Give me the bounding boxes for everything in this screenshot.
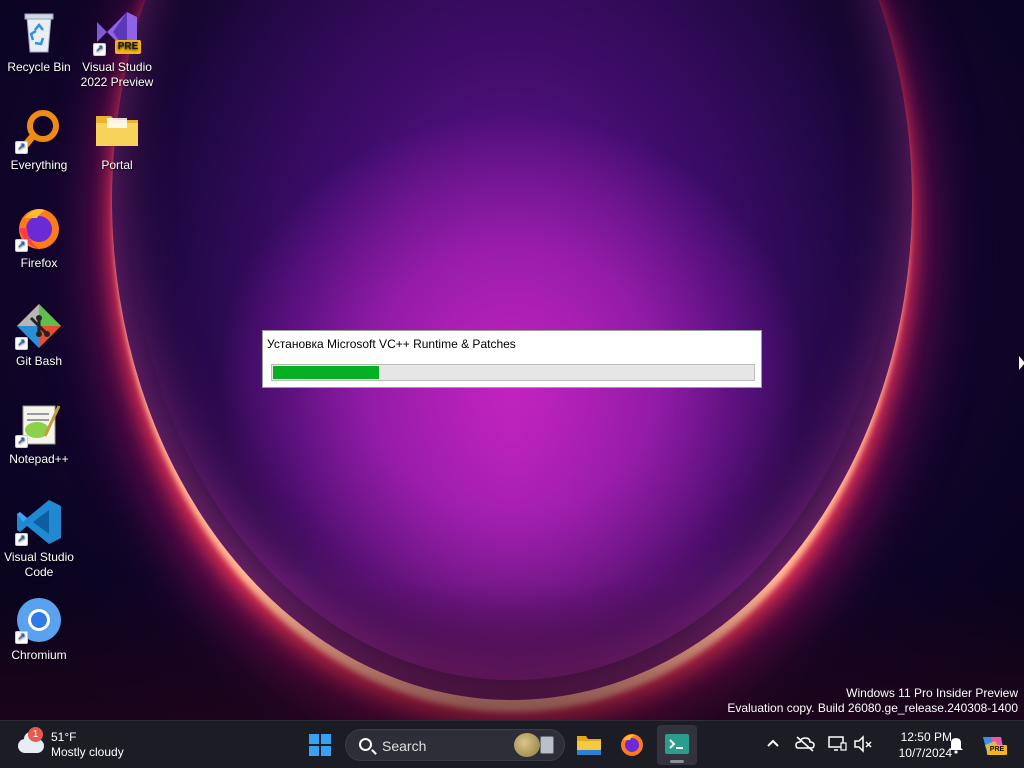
- desktop-icon-label: Recycle Bin: [7, 60, 71, 74]
- chromium-icon: ↗: [15, 596, 63, 644]
- firefox-icon: [621, 734, 643, 756]
- desktop-icon-label: Portal: [101, 158, 133, 172]
- shortcut-arrow-icon: ↗: [15, 533, 28, 546]
- git-bash-icon: ↗: [15, 302, 63, 350]
- shortcut-arrow-icon: ↗: [93, 43, 106, 56]
- installer-progress-bar: [271, 364, 755, 381]
- chevron-up-icon[interactable]: [762, 733, 784, 755]
- vscode-icon: ↗: [15, 498, 63, 546]
- desktop-icon-label: Firefox: [20, 256, 58, 270]
- taskbar-clock[interactable]: 12:50 PM 10/7/2024: [878, 729, 952, 761]
- taskbar-file-explorer[interactable]: [568, 725, 608, 765]
- visual-studio-preview-icon: PRE ↗: [93, 8, 141, 56]
- watermark-build: Evaluation copy. Build 26080.ge_release.…: [727, 701, 1018, 715]
- shortcut-arrow-icon: ↗: [15, 435, 28, 448]
- shortcut-arrow-icon: ↗: [15, 141, 28, 154]
- search-label: Search: [382, 738, 427, 754]
- search-highlight-globe-icon: [514, 733, 540, 757]
- shortcut-arrow-icon: ↗: [15, 337, 28, 350]
- desktop-icon-firefox[interactable]: ↗ Firefox: [1, 204, 77, 271]
- desktop-icon-portal[interactable]: Portal: [79, 106, 155, 173]
- onedrive-offline-icon[interactable]: [794, 733, 816, 755]
- desktop-icon-label: Everything: [10, 158, 68, 172]
- start-button[interactable]: [300, 725, 340, 765]
- desktop-icon-label: Notepad++: [9, 452, 69, 466]
- installer-title: Установка Microsoft VC++ Runtime & Patch…: [267, 337, 516, 351]
- shortcut-arrow-icon: ↗: [15, 631, 28, 644]
- evaluation-watermark: Windows 11 Pro Insider Preview Evaluatio…: [727, 686, 1018, 716]
- recycle-bin-icon: [15, 8, 63, 56]
- speaker-muted-icon[interactable]: [852, 733, 874, 755]
- copilot-preview-icon[interactable]: PRE: [979, 733, 1007, 755]
- desktop-icon-chromium[interactable]: ↗ Chromium: [1, 596, 77, 663]
- desktop-icon-visual-studio-preview[interactable]: PRE ↗ Visual Studio 2022 Preview: [79, 8, 155, 90]
- display-icon[interactable]: [826, 733, 848, 755]
- taskbar-terminal[interactable]: [657, 725, 697, 765]
- taskbar-firefox[interactable]: [612, 725, 652, 765]
- desktop-icon-git-bash[interactable]: ↗ Git Bash: [1, 302, 77, 369]
- installer-progress-window: Установка Microsoft VC++ Runtime & Patch…: [262, 330, 762, 388]
- notification-bell-icon[interactable]: [945, 733, 967, 755]
- clock-time: 12:50 PM: [900, 730, 952, 744]
- taskbar: 1 51°F Mostly cloudy Search 12:50 PM 10/…: [0, 720, 1024, 768]
- desktop-icon-everything[interactable]: ↗ Everything: [1, 106, 77, 173]
- notepad-plus-plus-icon: ↗: [15, 400, 63, 448]
- clock-date: 10/7/2024: [898, 746, 952, 760]
- weather-alert-badge: 1: [28, 727, 43, 742]
- shortcut-arrow-icon: ↗: [15, 239, 28, 252]
- folder-icon: [93, 106, 141, 154]
- windows-start-icon: [309, 734, 331, 756]
- desktop-icon-vscode[interactable]: ↗ Visual Studio Code: [1, 498, 77, 580]
- weather-widget[interactable]: 1 51°F Mostly cloudy: [14, 727, 154, 763]
- mouse-cursor-icon: [1019, 356, 1024, 370]
- taskbar-search-box[interactable]: Search: [345, 729, 565, 761]
- weather-condition: Mostly cloudy: [51, 745, 124, 759]
- active-app-indicator: [670, 760, 684, 763]
- desktop-icon-label: Visual Studio 2022 Preview: [80, 60, 154, 89]
- firefox-icon: ↗: [15, 204, 63, 252]
- desktop-icon-notepad-plus-plus[interactable]: ↗ Notepad++: [1, 400, 77, 467]
- watermark-edition: Windows 11 Pro Insider Preview: [846, 686, 1018, 700]
- terminal-icon: [665, 734, 689, 754]
- progress-bar-fill: [273, 366, 379, 379]
- desktop-icon-recycle-bin[interactable]: Recycle Bin: [1, 8, 77, 75]
- copilot-preview-badge: PRE: [987, 745, 1007, 755]
- desktop-icon-label: Git Bash: [15, 354, 63, 368]
- weather-temperature: 51°F: [51, 730, 77, 744]
- desktop-icon-label: Visual Studio Code: [4, 550, 74, 579]
- search-icon: [359, 738, 372, 751]
- search-highlight-device-icon: [540, 736, 554, 754]
- preview-badge: PRE: [115, 40, 141, 54]
- desktop-icon-label: Chromium: [11, 648, 67, 662]
- file-explorer-icon: [577, 736, 601, 755]
- everything-search-icon: ↗: [15, 106, 63, 154]
